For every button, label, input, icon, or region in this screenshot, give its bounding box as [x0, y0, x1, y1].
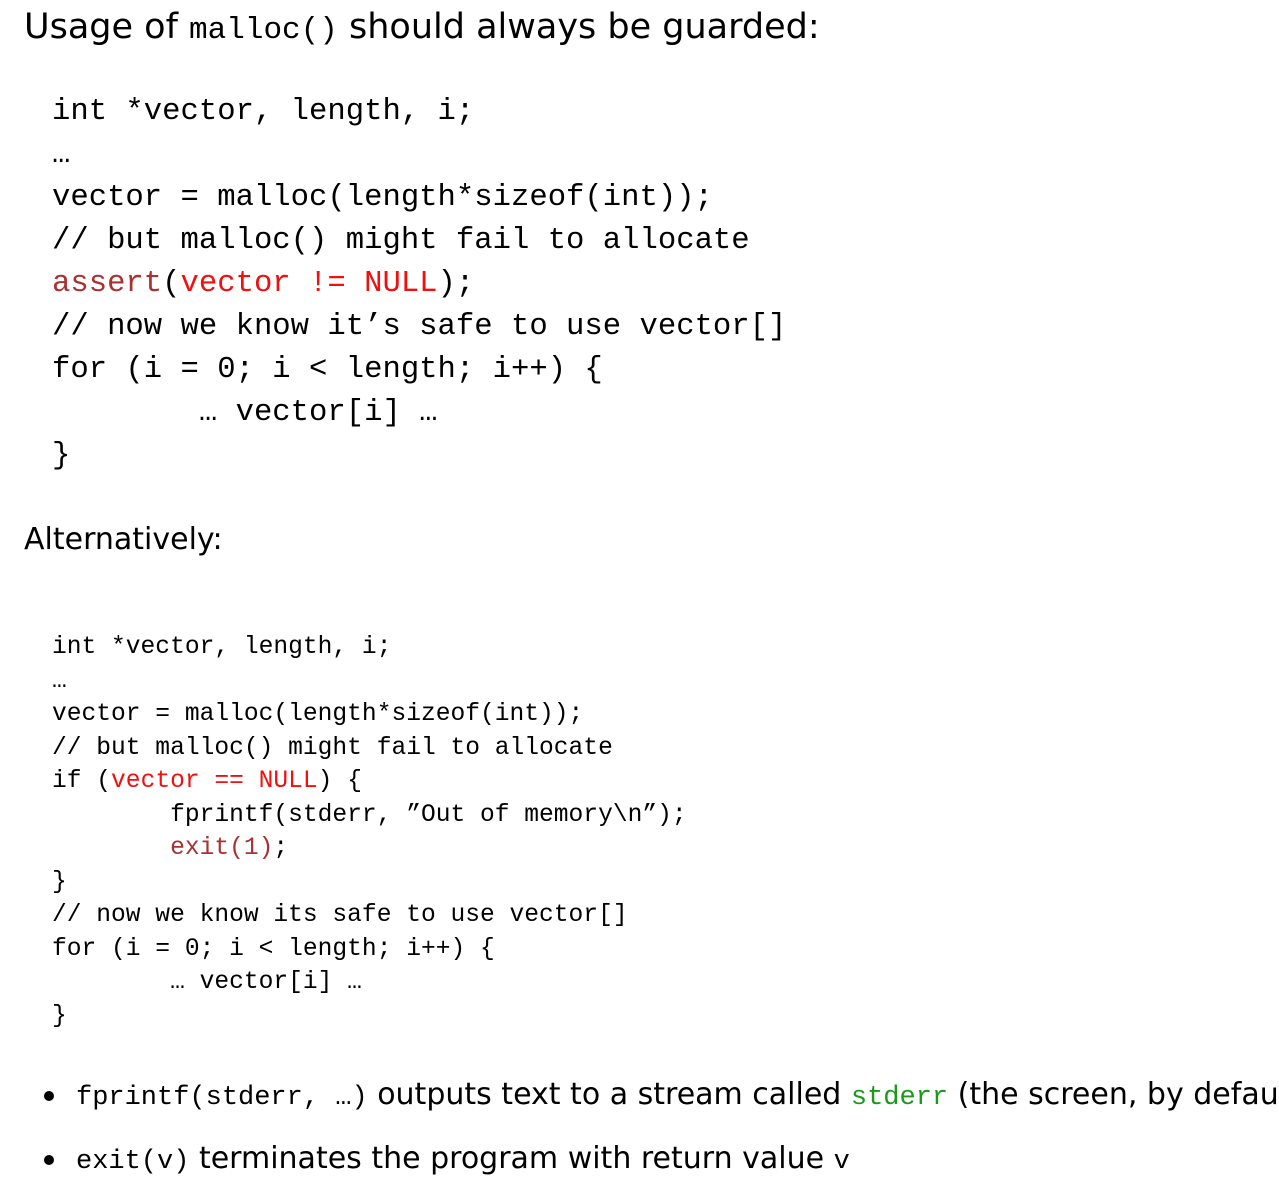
code-token: // now we know its safe to use vector[]: [52, 902, 628, 929]
code-token: vector = malloc(length*sizeof(int));: [52, 701, 584, 728]
code-line: assert(vector != NULL);: [52, 263, 786, 306]
bullet-code-stderr: stderr: [850, 1083, 949, 1113]
alternatively-label: Alternatively:: [24, 522, 223, 557]
code-token: fprintf(stderr, ”Out of memory\n”);: [52, 801, 687, 829]
code-line: // but malloc() might fail to allocate: [52, 220, 786, 263]
code-line: // now we know its safe to use vector[]: [52, 899, 687, 933]
code-token: // now we know it’s safe to use vector[]: [52, 310, 787, 344]
code-token: … vector[i] …: [52, 969, 362, 996]
code-line: vector = malloc(length*sizeof(int));: [52, 698, 687, 732]
code-token: int *vector, length, i;: [52, 95, 475, 129]
code-token: …: [52, 667, 67, 695]
code-token: exit(1): [170, 835, 274, 862]
code-token: …: [52, 138, 71, 172]
bullet-dot-icon: [44, 1090, 54, 1101]
code-token: vector != NULL: [180, 267, 438, 301]
bullet-code-v: v: [833, 1147, 850, 1177]
code-block-if-check: int *vector, length, i; … vector = malloc(…: [52, 631, 687, 1033]
code-token: }: [52, 1002, 67, 1030]
code-token: for (i = 0; i < length; i++) {: [52, 353, 603, 387]
code-line: for (i = 0; i < length; i++) {: [52, 933, 687, 967]
code-token: ;: [273, 835, 289, 862]
code-line: }: [52, 1000, 687, 1034]
heading-code: malloc(): [189, 13, 338, 48]
heading-text-end: should always be guarded:: [337, 7, 820, 47]
code-token: vector = malloc(length*sizeof(int));: [52, 181, 713, 215]
code-line: for (i = 0; i < length; i++) {: [52, 349, 786, 392]
code-token: … vector[i] …: [52, 396, 438, 430]
code-token: );: [437, 267, 475, 301]
code-token: vector == NULL: [111, 768, 318, 795]
bullet-code: exit(v): [76, 1147, 190, 1177]
code-token: }: [52, 868, 67, 896]
bullet-text-end: (the screen, by default): [948, 1077, 1279, 1112]
bullet-text: outputs text to a stream called: [367, 1077, 851, 1112]
code-token: int *vector, length, i;: [52, 634, 392, 661]
bullet-fprintf: fprintf(stderr, …) outputs text to a str…: [44, 1075, 1279, 1118]
code-line: if (vector == NULL) {: [52, 765, 687, 799]
code-token: for (i = 0; i < length; i++) {: [52, 935, 495, 963]
code-line: …: [52, 665, 687, 699]
code-line: }: [52, 435, 786, 478]
code-token: }: [52, 439, 71, 473]
code-line: vector = malloc(length*sizeof(int));: [52, 177, 786, 220]
heading-text: Usage of: [24, 7, 190, 47]
code-token: // but malloc() might fail to allocate: [52, 734, 613, 762]
code-line: }: [52, 866, 687, 900]
bullet-dot-icon: [44, 1154, 54, 1165]
code-line: … vector[i] …: [52, 392, 786, 435]
code-line: // but malloc() might fail to allocate: [52, 732, 687, 766]
code-token: (: [162, 267, 181, 301]
page-heading: Usage of malloc() should always be guard…: [24, 2, 820, 56]
code-line: int *vector, length, i;: [52, 631, 687, 665]
code-token: ) {: [317, 768, 362, 795]
code-line: exit(1);: [52, 832, 687, 866]
bullet-code: fprintf(stderr, …): [76, 1083, 368, 1113]
code-line: …: [52, 134, 786, 177]
code-token: // but malloc() might fail to allocate: [52, 224, 750, 258]
bullet-exit: exit(v) terminates the program with retu…: [44, 1139, 850, 1182]
code-line: // now we know it’s safe to use vector[]: [52, 306, 786, 349]
code-token: if (: [52, 768, 112, 795]
code-line: fprintf(stderr, ”Out of memory\n”);: [52, 799, 687, 833]
code-line: int *vector, length, i;: [52, 91, 786, 134]
code-token: assert: [52, 267, 163, 301]
code-block-assert: int *vector, length, i; … vector = malloc(…: [52, 91, 786, 478]
code-line: … vector[i] …: [52, 966, 687, 1000]
bullet-text: terminates the program with return value: [189, 1141, 834, 1176]
